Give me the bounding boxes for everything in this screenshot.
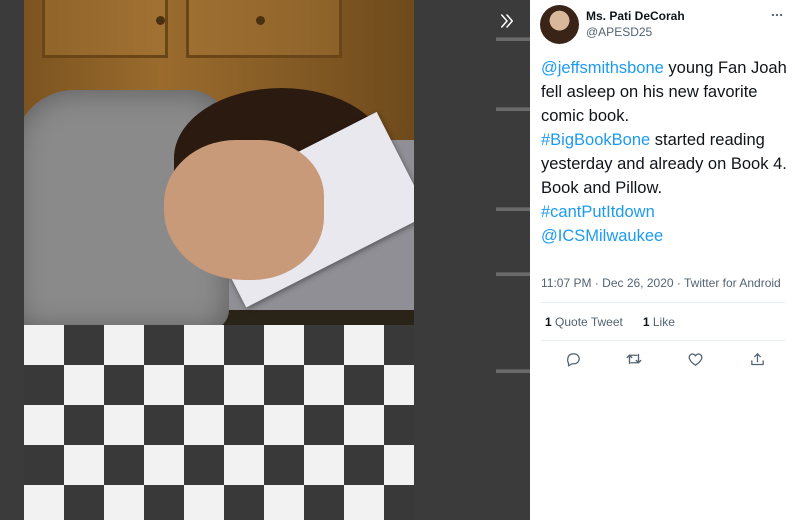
quote-count: 1	[545, 315, 552, 329]
quote-tweets-stat[interactable]: 1 Quote Tweet	[545, 315, 623, 329]
background-text: ▬▬▬	[496, 265, 530, 279]
tweet-source[interactable]: Twitter for Android	[684, 276, 781, 290]
avatar[interactable]	[540, 5, 579, 44]
reply-icon	[566, 352, 580, 367]
mention-link[interactable]: @ICSMilwaukee	[541, 227, 663, 245]
sleeping-face	[164, 140, 324, 280]
more-horizontal-icon	[771, 13, 783, 17]
tweet-text: @jeffsmithsbone young Fan Joah fell asle…	[541, 56, 787, 248]
reply-button[interactable]	[563, 349, 583, 369]
retweet-button[interactable]	[624, 349, 644, 369]
tweet-meta: 11:07 PM · Dec 26, 2020 · Twitter for An…	[541, 276, 781, 290]
author-name[interactable]: Ms. Pati DeCorah	[586, 9, 685, 23]
meta-separator: ·	[673, 276, 684, 290]
checkered-blanket	[24, 325, 414, 520]
quote-label: Quote Tweet	[551, 315, 623, 329]
mention-link[interactable]: @jeffsmithsbone	[541, 59, 664, 77]
author-handle[interactable]: @APESD25	[586, 25, 652, 39]
retweet-icon	[626, 353, 642, 365]
background-text: ▬▬▬	[496, 100, 530, 114]
tweet-stats: 1 Quote Tweet 1 Like	[545, 315, 675, 329]
share-icon	[750, 352, 764, 365]
media-viewer-backdrop: ▬▬▬ ▬▬▬ ▬▬▬ ▬▬▬ ▬▬▬	[0, 0, 530, 520]
double-chevron-right-icon	[501, 14, 513, 28]
meta-separator: ·	[591, 276, 603, 290]
like-label: Like	[649, 315, 675, 329]
like-count: 1	[642, 315, 650, 329]
background-text: ▬▬▬	[496, 200, 530, 214]
divider	[541, 340, 785, 341]
likes-stat[interactable]: 1 Like	[643, 315, 675, 329]
hashtag-link[interactable]: #cantPutItdown	[541, 203, 655, 221]
expand-panel-button[interactable]	[492, 6, 522, 36]
more-options-button[interactable]	[770, 8, 784, 27]
tweet-date[interactable]: Dec 26, 2020	[602, 276, 673, 290]
heart-icon	[688, 352, 702, 366]
share-button[interactable]	[747, 349, 767, 369]
tweet-text-part: Book and Pillow.	[541, 179, 663, 197]
tweet-time[interactable]: 11:07 PM	[541, 276, 591, 290]
tweet-detail-panel: Ms. Pati DeCorah @APESD25 @jeffsmithsbon…	[530, 0, 795, 520]
background-text: ▬▬▬	[496, 362, 530, 376]
tweet-photo[interactable]	[24, 0, 414, 520]
hashtag-link[interactable]: #BigBookBone	[541, 131, 650, 149]
divider	[541, 302, 785, 303]
like-button[interactable]	[685, 349, 705, 369]
